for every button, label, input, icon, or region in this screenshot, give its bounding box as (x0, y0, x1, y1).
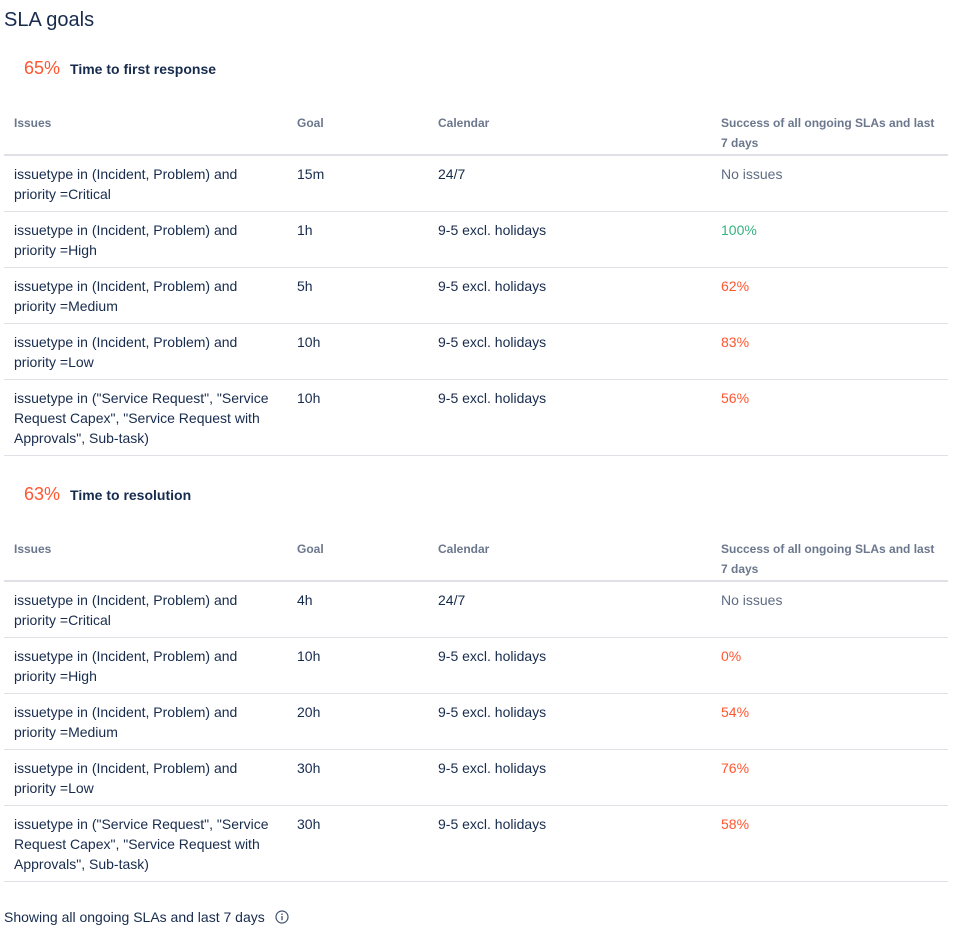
column-header-issues: Issues (4, 106, 287, 156)
column-header-success: Success of all ongoing SLAs and last 7 d… (711, 106, 948, 156)
cell-success: 62% (711, 267, 948, 324)
table-header-row: Issues Goal Calendar Success of all ongo… (4, 106, 948, 156)
cell-goal: 5h (287, 267, 428, 324)
sla-table: Issues Goal Calendar Success of all ongo… (4, 106, 948, 456)
cell-success: 54% (711, 693, 948, 750)
cell-success: 83% (711, 323, 948, 380)
table-row: issuetype in ("Service Request", "Servic… (4, 805, 948, 882)
sla-section-resolution: 63% Time to resolution Issues Goal Calen… (4, 484, 948, 882)
table-row: issuetype in (Incident, Problem) and pri… (4, 749, 948, 806)
section-header: 63% Time to resolution (24, 484, 191, 506)
table-row: issuetype in (Incident, Problem) and pri… (4, 693, 948, 750)
footer-text: Showing all ongoing SLAs and last 7 days (4, 909, 265, 925)
cell-issues: issuetype in ("Service Request", "Servic… (4, 379, 287, 456)
cell-issues: issuetype in (Incident, Problem) and pri… (4, 693, 287, 750)
footer-note: Showing all ongoing SLAs and last 7 days (4, 907, 289, 927)
cell-goal: 20h (287, 693, 428, 750)
cell-issues: issuetype in (Incident, Problem) and pri… (4, 155, 287, 212)
info-icon[interactable] (275, 910, 289, 924)
table-row: issuetype in (Incident, Problem) and pri… (4, 637, 948, 694)
cell-calendar: 9-5 excl. holidays (428, 637, 711, 694)
cell-issues: issuetype in (Incident, Problem) and pri… (4, 749, 287, 806)
cell-success: 100% (711, 211, 948, 268)
cell-calendar: 9-5 excl. holidays (428, 805, 711, 882)
table-row: issuetype in (Incident, Problem) and pri… (4, 267, 948, 324)
page-title: SLA goals (4, 9, 95, 31)
column-header-goal: Goal (287, 106, 428, 156)
cell-calendar: 9-5 excl. holidays (428, 323, 711, 380)
cell-goal: 10h (287, 379, 428, 456)
section-percent: 65% (24, 58, 61, 78)
cell-goal: 30h (287, 805, 428, 882)
section-name: Time to resolution (70, 487, 192, 503)
cell-goal: 10h (287, 323, 428, 380)
table-row: issuetype in (Incident, Problem) and pri… (4, 211, 948, 268)
section-header: 65% Time to first response (24, 58, 216, 80)
table-header-row: Issues Goal Calendar Success of all ongo… (4, 532, 948, 582)
cell-calendar: 24/7 (428, 155, 711, 212)
cell-calendar: 9-5 excl. holidays (428, 267, 711, 324)
cell-calendar: 9-5 excl. holidays (428, 693, 711, 750)
cell-goal: 15m (287, 155, 428, 212)
cell-goal: 30h (287, 749, 428, 806)
cell-calendar: 9-5 excl. holidays (428, 211, 711, 268)
cell-goal: 4h (287, 581, 428, 638)
cell-success: No issues (711, 155, 948, 212)
column-header-goal: Goal (287, 532, 428, 582)
cell-calendar: 24/7 (428, 581, 711, 638)
cell-goal: 10h (287, 637, 428, 694)
cell-issues: issuetype in ("Service Request", "Servic… (4, 805, 287, 882)
table-body: issuetype in (Incident, Problem) and pri… (4, 155, 948, 456)
cell-calendar: 9-5 excl. holidays (428, 379, 711, 456)
cell-success: 56% (711, 379, 948, 456)
cell-issues: issuetype in (Incident, Problem) and pri… (4, 637, 287, 694)
column-header-calendar: Calendar (428, 106, 711, 156)
sla-goals-page: SLA goals 65% Time to first response Iss… (0, 0, 955, 943)
table-row: issuetype in ("Service Request", "Servic… (4, 379, 948, 456)
sla-table: Issues Goal Calendar Success of all ongo… (4, 532, 948, 882)
cell-success: No issues (711, 581, 948, 638)
column-header-issues: Issues (4, 532, 287, 582)
cell-issues: issuetype in (Incident, Problem) and pri… (4, 581, 287, 638)
cell-success: 58% (711, 805, 948, 882)
table-row: issuetype in (Incident, Problem) and pri… (4, 323, 948, 380)
section-name: Time to first response (70, 61, 217, 77)
cell-issues: issuetype in (Incident, Problem) and pri… (4, 267, 287, 324)
table-row: issuetype in (Incident, Problem) and pri… (4, 155, 948, 212)
cell-issues: issuetype in (Incident, Problem) and pri… (4, 211, 287, 268)
column-header-calendar: Calendar (428, 532, 711, 582)
cell-goal: 1h (287, 211, 428, 268)
table-row: issuetype in (Incident, Problem) and pri… (4, 581, 948, 638)
column-header-success: Success of all ongoing SLAs and last 7 d… (711, 532, 948, 582)
section-percent: 63% (24, 484, 61, 504)
cell-success: 0% (711, 637, 948, 694)
sla-section-first-response: 65% Time to first response Issues Goal C… (4, 58, 948, 456)
table-body: issuetype in (Incident, Problem) and pri… (4, 581, 948, 882)
cell-issues: issuetype in (Incident, Problem) and pri… (4, 323, 287, 380)
cell-calendar: 9-5 excl. holidays (428, 749, 711, 806)
cell-success: 76% (711, 749, 948, 806)
